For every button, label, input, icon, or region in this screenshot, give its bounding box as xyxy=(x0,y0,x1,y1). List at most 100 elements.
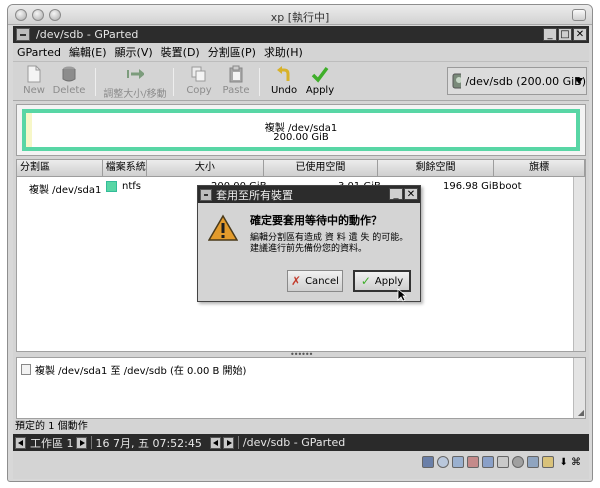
menu-help[interactable]: 求助(H) xyxy=(264,44,303,60)
cell-filesystem: ntfs xyxy=(122,181,141,192)
dialog-body-line: 編輯分割區有造成 資 料 遺 失 的可能。 xyxy=(250,233,409,243)
cd-icon[interactable] xyxy=(437,456,450,468)
column-header-flags[interactable]: 旗標 xyxy=(494,160,585,177)
filesystem-color-swatch xyxy=(106,181,117,192)
new-file-icon xyxy=(25,64,43,84)
taskbar: 工作區 1 16 7月, 五 07:52:45 /dev/sdb - GPart… xyxy=(13,434,589,451)
column-header-filesystem[interactable]: 檔案系統 xyxy=(102,160,147,177)
delete-label: Delete xyxy=(52,85,86,96)
dialog-titlebar: 套用至所有裝置 _ ✕ xyxy=(198,186,420,203)
minimize-icon[interactable]: _ xyxy=(543,28,557,41)
cell-flags: boot xyxy=(499,181,522,192)
usb-icon[interactable] xyxy=(497,456,510,468)
menu-view[interactable]: 顯示(V) xyxy=(115,44,153,60)
resize-grip-icon: ◢ xyxy=(577,408,584,417)
device-selector-value: /dev/sdb (200.00 GiB) xyxy=(465,74,586,88)
window-menu-icon[interactable] xyxy=(16,28,30,41)
list-item[interactable]: 複製 /dev/sda1 至 /dev/sdb (在 0.00 B 開始) xyxy=(21,362,246,377)
host-key-icon: ⬇ ⌘ xyxy=(559,456,581,468)
chevron-down-icon xyxy=(575,78,583,84)
copy-icon xyxy=(190,64,208,84)
taskbar-window-item[interactable]: /dev/sdb - GParted xyxy=(243,436,345,449)
gparted-titlebar: /dev/sdb - GParted _ □ ✕ xyxy=(13,26,589,43)
column-header-partition[interactable]: 分割區 xyxy=(17,160,103,177)
gparted-window-title: /dev/sdb - GParted xyxy=(36,28,139,41)
pen-icon[interactable] xyxy=(467,456,480,468)
host-window: xp [執行中] /dev/sdb - GParted _ □ ✕ GParte… xyxy=(7,4,593,482)
harddisk-icon[interactable] xyxy=(422,456,435,468)
resize-move-label: 調整大小/移動 xyxy=(103,89,167,100)
status-bar: 預定的 1 個動作 xyxy=(15,421,88,432)
task-next-icon[interactable] xyxy=(222,436,234,449)
taskbar-separator xyxy=(237,436,239,449)
column-header-size[interactable]: 大小 xyxy=(146,160,265,177)
cell-unused: 196.98 GiB xyxy=(443,181,499,192)
task-prev-icon[interactable] xyxy=(209,436,221,449)
menu-edit[interactable]: 編輯(E) xyxy=(69,44,107,60)
apply-button[interactable]: Apply xyxy=(299,64,341,96)
fullscreen-icon[interactable] xyxy=(572,9,586,21)
paste-icon xyxy=(227,64,245,84)
menu-partition[interactable]: 分割區(P) xyxy=(208,44,256,60)
vertical-scrollbar[interactable]: ◢ xyxy=(573,358,585,418)
maximize-icon[interactable]: □ xyxy=(558,28,572,41)
host-status-strip: ⬇ ⌘ xyxy=(13,451,589,479)
taskbar-separator xyxy=(90,436,92,449)
shared-folder-icon[interactable] xyxy=(512,456,525,468)
mouse-cursor-icon xyxy=(397,288,407,302)
menu-bar: GParted 編輯(E) 顯示(V) 裝置(D) 分割區(P) 求助(H) xyxy=(13,43,589,61)
vertical-scrollbar[interactable] xyxy=(573,177,585,351)
clock: 16 7月, 五 07:52:45 xyxy=(95,436,202,450)
undo-label: Undo xyxy=(270,85,298,96)
partition-block[interactable]: 複製 /dev/sda1 200.00 GiB xyxy=(22,109,580,151)
column-header-unused[interactable]: 剩餘空間 xyxy=(377,160,495,177)
host-window-title: xp [執行中] xyxy=(270,11,330,24)
operation-text: 複製 /dev/sda1 至 /dev/sdb (在 0.00 B 開始) xyxy=(35,366,247,377)
dialog-body: 編輯分割區有造成 資 料 遺 失 的可能。 建議進行前先備份您的資料。 xyxy=(250,233,408,255)
workspace-prev-icon[interactable] xyxy=(15,436,26,449)
apply-confirm-dialog: 套用至所有裝置 _ ✕ 確定要套用等待中的動作？ 編輯分割區有造成 資 料 遺 … xyxy=(197,185,421,302)
cancel-button[interactable]: ✗ Cancel xyxy=(287,270,343,292)
new-label: New xyxy=(23,85,45,96)
workspace-label[interactable]: 工作區 1 xyxy=(30,435,74,451)
host-tray: ⬇ ⌘ xyxy=(422,456,581,468)
harddisk-icon xyxy=(452,73,462,89)
cancel-x-icon: ✗ xyxy=(291,274,302,288)
delete-button[interactable]: Delete xyxy=(48,64,90,96)
dialog-title: 套用至所有裝置 xyxy=(216,188,293,202)
minimize-icon[interactable]: _ xyxy=(389,188,403,200)
partition-list-header: 分割區 檔案系統 大小 已使用空間 剩餘空間 旗標 xyxy=(17,160,585,177)
copy-label: Copy xyxy=(186,85,212,96)
resize-move-button[interactable]: 調整大小/移動 xyxy=(103,64,167,100)
dialog-heading: 確定要套用等待中的動作？ xyxy=(250,214,382,227)
paste-button[interactable]: Paste xyxy=(215,64,257,96)
device-selector[interactable]: /dev/sdb (200.00 GiB) xyxy=(447,67,587,95)
apply-label: Apply xyxy=(305,85,335,96)
checkmark-icon xyxy=(311,64,329,84)
pending-operations-pane: 複製 /dev/sda1 至 /dev/sdb (在 0.00 B 開始) ◢ xyxy=(16,357,586,419)
toolbar: New Delete 調整大小/移動 Copy Paste Undo Apply… xyxy=(13,61,589,101)
floppy-icon[interactable] xyxy=(452,456,465,468)
toolbar-separator xyxy=(173,68,174,96)
dialog-body-line: 建議進行前先備份您的資料。 xyxy=(250,244,368,254)
undo-arrow-icon xyxy=(275,64,293,84)
cancel-label: Cancel xyxy=(305,275,339,287)
disk-map: 複製 /dev/sda1 200.00 GiB xyxy=(16,104,586,156)
paste-label: Paste xyxy=(222,85,250,96)
close-icon[interactable]: ✕ xyxy=(573,28,587,41)
warning-icon xyxy=(207,214,239,242)
display-icon[interactable] xyxy=(527,456,540,468)
menu-gparted[interactable]: GParted xyxy=(17,46,61,59)
copy-operation-icon xyxy=(21,364,31,375)
close-icon[interactable]: ✕ xyxy=(404,188,418,200)
workspace-next-icon[interactable] xyxy=(75,436,87,449)
window-menu-icon[interactable] xyxy=(200,188,212,201)
menu-device[interactable]: 裝置(D) xyxy=(161,44,200,60)
network-icon[interactable] xyxy=(482,456,495,468)
toolbar-separator xyxy=(95,68,96,96)
column-header-used[interactable]: 已使用空間 xyxy=(264,160,378,177)
copy-button[interactable]: Copy xyxy=(178,64,220,96)
video-capture-icon[interactable] xyxy=(542,456,555,468)
toolbar-separator xyxy=(259,68,260,96)
partition-block-size: 200.00 GiB xyxy=(273,132,329,143)
